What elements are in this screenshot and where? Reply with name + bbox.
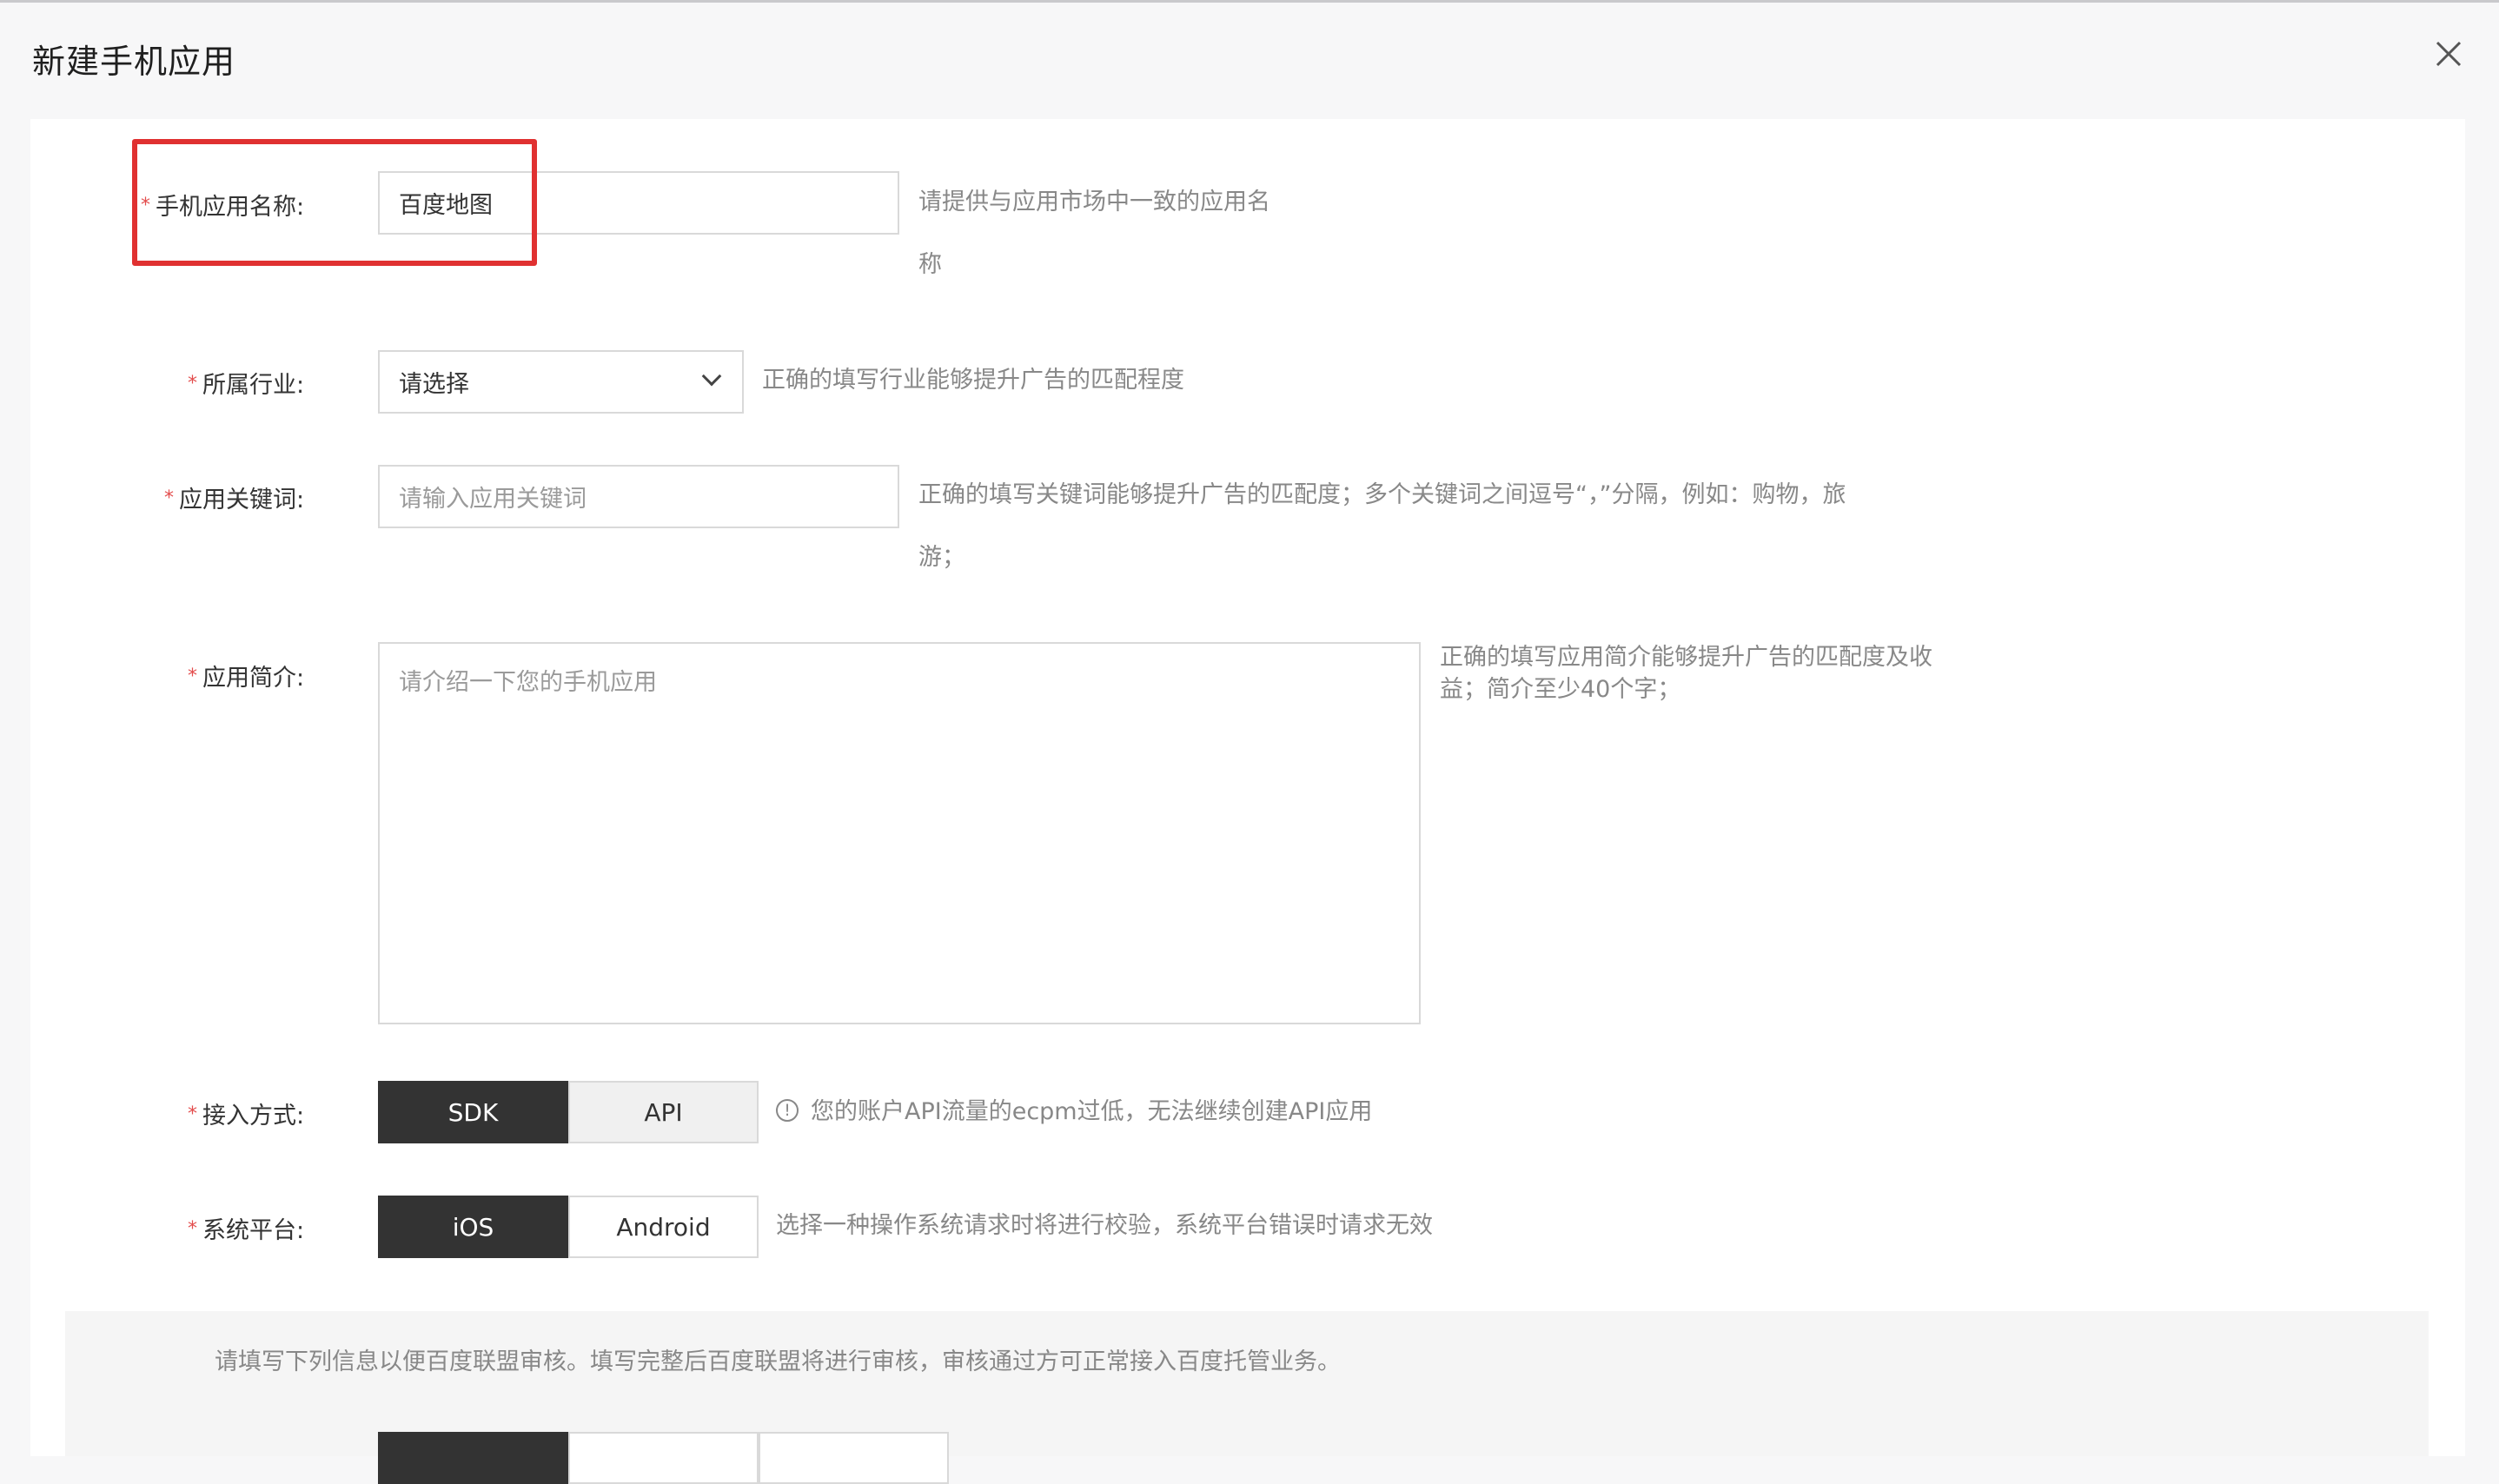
industry-hint: 正确的填写行业能够提升广告的匹配程度 <box>762 367 1184 394</box>
required-star: * <box>188 1218 197 1240</box>
description-hint: 正确的填写应用简介能够提升广告的匹配度及收 <box>1440 644 1932 671</box>
access-api-option[interactable]: API <box>568 1081 759 1143</box>
required-star: * <box>164 487 174 509</box>
next-row-option-2[interactable] <box>568 1432 759 1484</box>
chevron-down-icon <box>701 366 722 387</box>
next-row-option-3[interactable] <box>759 1432 949 1484</box>
platform-hint: 选择一种操作系统请求时将进行校验，系统平台错误时请求无效 <box>776 1212 1433 1239</box>
required-star: * <box>188 373 197 394</box>
app-name-hint: 请提供与应用市场中一致的应用名 <box>918 189 1270 215</box>
description-label: * 应用简介: <box>188 665 305 692</box>
keywords-hint-continued: 游； <box>918 544 965 571</box>
audit-notice: 请填写下列信息以便百度联盟审核。填写完整后百度联盟将进行审核，审核通过方可正常接… <box>215 1348 1341 1375</box>
close-icon[interactable] <box>2433 38 2464 70</box>
industry-select[interactable]: 请选择 <box>378 350 744 414</box>
dialog-title: 新建手机应用 <box>32 43 236 81</box>
app-name-label: * 手机应用名称: <box>141 194 305 221</box>
description-hint-continued: 益；简介至少40个字； <box>1440 676 1681 703</box>
top-border <box>0 0 2499 3</box>
keywords-hint: 正确的填写关键词能够提升广告的匹配度；多个关键词之间逗号“，”分隔，例如：购物，… <box>918 481 1846 508</box>
platform-ios-option[interactable]: iOS <box>378 1196 568 1258</box>
platform-android-option[interactable]: Android <box>568 1196 759 1258</box>
app-name-hint-continued: 称 <box>918 251 942 278</box>
access-label: * 接入方式: <box>188 1103 305 1130</box>
access-hint: ! 您的账户API流量的ecpm过低，无法继续创建API应用 <box>776 1096 1372 1128</box>
industry-label: * 所属行业: <box>188 372 305 399</box>
app-name-input[interactable]: 百度地图 <box>378 171 899 235</box>
required-star: * <box>188 666 197 687</box>
required-star: * <box>188 1103 197 1125</box>
description-textarea[interactable]: 请介绍一下您的手机应用 <box>378 642 1421 1024</box>
access-sdk-option[interactable]: SDK <box>378 1081 568 1143</box>
platform-label: * 系统平台: <box>188 1217 305 1244</box>
keywords-input[interactable]: 请输入应用关键词 <box>378 465 899 528</box>
keywords-label: * 应用关键词: <box>164 487 305 513</box>
required-star: * <box>141 195 150 216</box>
exclamation-circle-icon: ! <box>776 1098 799 1122</box>
next-row-option-1[interactable] <box>378 1432 568 1484</box>
